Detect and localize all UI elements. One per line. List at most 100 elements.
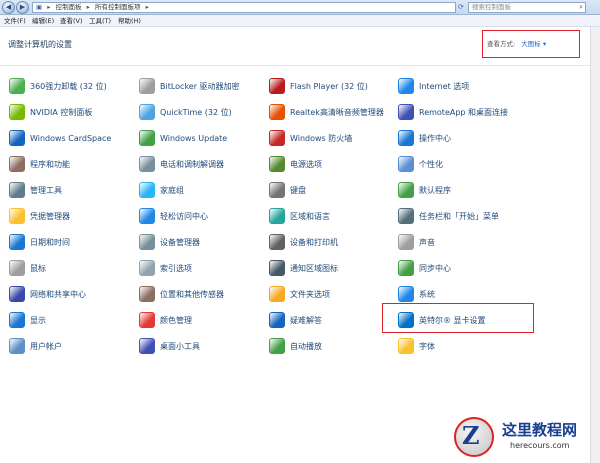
nvidia-icon xyxy=(9,104,25,120)
control-panel-item[interactable]: 声音 xyxy=(398,233,435,251)
control-panel-item-label: 文件夹选项 xyxy=(290,289,330,299)
control-panel-item-label: 任务栏和「开始」菜单 xyxy=(419,211,499,221)
control-panel-item[interactable]: 凭据管理器 xyxy=(9,207,70,225)
control-panel-item[interactable]: 桌面小工具 xyxy=(139,337,200,355)
menu-help[interactable]: 帮助(H) xyxy=(118,16,141,26)
address-bar[interactable]: ▣ ▸ 控制面板 ▸ 所有控制面板项 ▸ xyxy=(32,2,456,13)
control-panel-item-label: 区域和语言 xyxy=(290,211,330,221)
control-panel-item[interactable]: QuickTime (32 位) xyxy=(139,103,232,121)
control-panel-item-label: 索引选项 xyxy=(160,263,192,273)
control-panel-item[interactable]: Windows Update xyxy=(139,129,227,147)
control-panel-item[interactable]: 同步中心 xyxy=(398,259,451,277)
control-panel-item[interactable]: 颜色管理 xyxy=(139,311,192,329)
watermark-logo-letter: Z xyxy=(462,421,480,450)
control-panel-item[interactable]: 管理工具 xyxy=(9,181,62,199)
control-panel-item[interactable]: Internet 选项 xyxy=(398,77,469,95)
flash-icon xyxy=(269,78,285,94)
control-panel-item[interactable]: 区域和语言 xyxy=(269,207,330,225)
folder-icon: ▣ xyxy=(36,3,43,11)
control-panel-item[interactable]: NVIDIA 控制面板 xyxy=(9,103,92,121)
control-panel-item[interactable]: 鼠标 xyxy=(9,259,46,277)
control-panel-item[interactable]: 轻松访问中心 xyxy=(139,207,208,225)
sensor-icon xyxy=(139,286,155,302)
control-panel-item[interactable]: 位置和其他传感器 xyxy=(139,285,224,303)
control-panel-item[interactable]: RemoteApp 和桌面连接 xyxy=(398,103,508,121)
vertical-scrollbar[interactable] xyxy=(590,27,600,463)
homegroup-icon xyxy=(139,182,155,198)
control-panel-content: 调整计算机的设置 查看方式: 大图标 ▾ 360强力卸载 (32 位) BitLo… xyxy=(0,27,590,463)
search-icon[interactable]: ⌕ xyxy=(579,3,583,12)
control-panel-item-label: 自动播放 xyxy=(290,341,322,351)
control-panel-item[interactable]: 设备管理器 xyxy=(139,233,200,251)
control-panel-item-label: Windows 防火墙 xyxy=(290,133,353,143)
control-panel-item-label: 桌面小工具 xyxy=(160,341,200,351)
control-panel-item[interactable]: 日期和时间 xyxy=(9,233,70,251)
refresh-icon[interactable]: ⟳ xyxy=(458,2,467,13)
control-panel-item[interactable]: Windows CardSpace xyxy=(9,129,111,147)
user-accounts-icon xyxy=(9,338,25,354)
control-panel-item[interactable]: 系统 xyxy=(398,285,435,303)
forward-icon[interactable]: ▶ xyxy=(16,1,29,14)
printer-icon xyxy=(269,234,285,250)
control-panel-item[interactable]: Realtek高清晰音频管理器 xyxy=(269,103,384,121)
control-panel-item[interactable]: 默认程序 xyxy=(398,181,451,199)
control-panel-item-label: 鼠标 xyxy=(30,263,46,273)
control-panel-item[interactable]: 电源选项 xyxy=(269,155,322,173)
control-panel-item[interactable]: 家庭组 xyxy=(139,181,184,199)
intel-graphics-highlight xyxy=(382,303,534,333)
control-panel-item[interactable]: 字体 xyxy=(398,337,435,355)
breadcrumb-all-items[interactable]: 所有控制面板项 xyxy=(95,3,141,11)
datetime-icon xyxy=(9,234,25,250)
control-panel-item-label: 电话和调制解调器 xyxy=(160,159,224,169)
address-toolbar: ◀ ▶ ▣ ▸ 控制面板 ▸ 所有控制面板项 ▸ ⟳ 搜索控制面板 ⌕ xyxy=(0,0,600,15)
folder-options-icon xyxy=(269,286,285,302)
control-panel-item[interactable]: 个性化 xyxy=(398,155,443,173)
control-panel-item[interactable]: 任务栏和「开始」菜单 xyxy=(398,207,499,225)
view-by-value[interactable]: 大图标 xyxy=(521,40,541,48)
fonts-icon xyxy=(398,338,414,354)
action-center-icon xyxy=(398,130,414,146)
control-panel-item[interactable]: BitLocker 驱动器加密 xyxy=(139,77,240,95)
control-panel-item-label: 管理工具 xyxy=(30,185,62,195)
control-panel-item[interactable]: 索引选项 xyxy=(139,259,192,277)
realtek-icon xyxy=(269,104,285,120)
control-panel-item[interactable]: 文件夹选项 xyxy=(269,285,330,303)
system-icon xyxy=(398,286,414,302)
sound-icon xyxy=(398,234,414,250)
watermark-url: herecours.com xyxy=(510,441,570,450)
control-panel-item-label: 用户帐户 xyxy=(30,341,62,351)
taskbar-icon xyxy=(398,208,414,224)
menu-view[interactable]: 查看(V) xyxy=(60,16,83,26)
control-panel-item[interactable]: 键盘 xyxy=(269,181,306,199)
control-panel-item-label: Internet 选项 xyxy=(419,81,470,91)
control-panel-item[interactable]: 360强力卸载 (32 位) xyxy=(9,77,107,95)
menu-tools[interactable]: 工具(T) xyxy=(89,16,111,26)
control-panel-item[interactable]: 用户帐户 xyxy=(9,337,62,355)
view-by-control[interactable]: 查看方式: 大图标 ▾ xyxy=(487,38,546,48)
color-management-icon xyxy=(139,312,155,328)
control-panel-item[interactable]: 电话和调制解调器 xyxy=(139,155,224,173)
back-icon[interactable]: ◀ xyxy=(2,1,15,14)
quicktime-icon xyxy=(139,104,155,120)
control-panel-item[interactable]: 设备和打印机 xyxy=(269,233,338,251)
default-programs-icon xyxy=(398,182,414,198)
control-panel-item[interactable]: 疑难解答 xyxy=(269,311,322,329)
control-panel-item[interactable]: 操作中心 xyxy=(398,129,451,147)
sync-icon xyxy=(398,260,414,276)
control-panel-item-label: 设备管理器 xyxy=(160,237,200,247)
control-panel-item[interactable]: 显示 xyxy=(9,311,46,329)
device-manager-icon xyxy=(139,234,155,250)
menu-file[interactable]: 文件(F) xyxy=(4,16,26,26)
control-panel-item-label: 电源选项 xyxy=(290,159,322,169)
control-panel-item[interactable]: Flash Player (32 位) xyxy=(269,77,368,95)
breadcrumb-control-panel[interactable]: 控制面板 xyxy=(56,3,82,11)
chevron-down-icon[interactable]: ▾ xyxy=(543,40,546,48)
menu-edit[interactable]: 编辑(E) xyxy=(32,16,54,26)
control-panel-item[interactable]: 自动播放 xyxy=(269,337,322,355)
search-input[interactable]: 搜索控制面板 ⌕ xyxy=(468,2,586,13)
control-panel-item[interactable]: 通知区域图标 xyxy=(269,259,338,277)
control-panel-item[interactable]: 网络和共享中心 xyxy=(9,285,86,303)
keyboard-icon xyxy=(269,182,285,198)
control-panel-item[interactable]: 程序和功能 xyxy=(9,155,70,173)
control-panel-item[interactable]: Windows 防火墙 xyxy=(269,129,352,147)
